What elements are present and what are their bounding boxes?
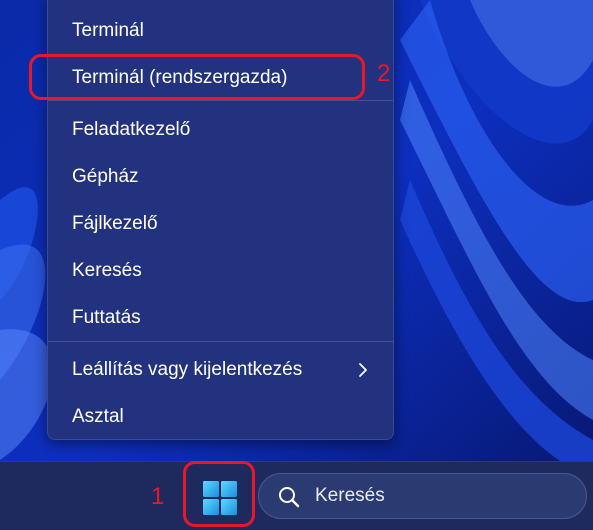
annotation-step-2: 2 bbox=[377, 60, 391, 87]
menu-item-run[interactable]: Futtatás bbox=[48, 297, 393, 339]
menu-item-task-manager[interactable]: Feladatkezelő bbox=[48, 109, 393, 151]
taskbar-search-box[interactable]: Keresés bbox=[258, 473, 587, 519]
menu-item-label: Terminál bbox=[72, 20, 144, 41]
menu-item-file-explorer[interactable]: Fájlkezelő bbox=[48, 203, 393, 245]
chevron-right-icon bbox=[359, 363, 367, 377]
menu-item-label: Futtatás bbox=[72, 307, 141, 328]
annotation-highlight-start-button bbox=[183, 461, 255, 527]
menu-separator bbox=[48, 341, 393, 342]
annotation-highlight-terminal-admin bbox=[29, 54, 365, 100]
menu-item-shutdown-signout[interactable]: Leállítás vagy kijelentkezés bbox=[48, 349, 393, 391]
menu-item-label: Leállítás vagy kijelentkezés bbox=[72, 359, 303, 380]
menu-separator bbox=[48, 100, 393, 101]
menu-item-label: Keresés bbox=[72, 260, 142, 281]
search-placeholder: Keresés bbox=[315, 485, 385, 506]
menu-item-label: Gépház bbox=[72, 166, 139, 187]
menu-item-settings[interactable]: Gépház bbox=[48, 156, 393, 198]
menu-item-terminal[interactable]: Terminál bbox=[48, 10, 393, 52]
menu-item-label: Asztal bbox=[72, 406, 124, 427]
menu-item-search[interactable]: Keresés bbox=[48, 250, 393, 292]
menu-item-desktop[interactable]: Asztal bbox=[48, 396, 393, 438]
search-icon bbox=[279, 487, 300, 508]
annotation-step-1: 1 bbox=[151, 483, 165, 510]
menu-item-label: Feladatkezelő bbox=[72, 119, 191, 140]
menu-item-label: Fájlkezelő bbox=[72, 213, 158, 234]
